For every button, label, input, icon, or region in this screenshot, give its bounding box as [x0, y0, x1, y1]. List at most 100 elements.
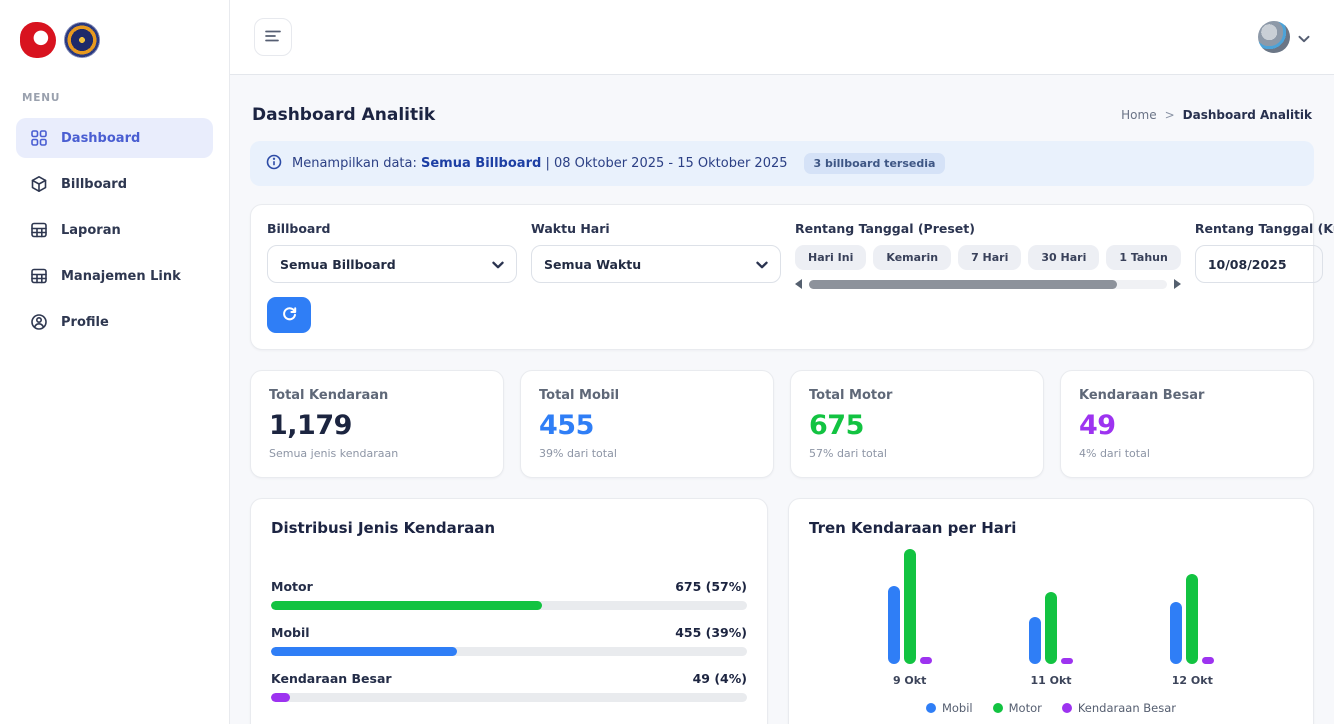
preset-chip-hari-ini[interactable]: Hari Ini — [795, 245, 866, 270]
scrollbar-track[interactable] — [809, 280, 1167, 289]
legend-item: Motor — [993, 701, 1042, 715]
trend-chart-title: Tren Kendaraan per Hari — [809, 519, 1293, 537]
preset-chip-kemarin[interactable]: Kemarin — [873, 245, 951, 270]
trend-bar-mobil — [1029, 617, 1041, 664]
legend-dot-icon — [1062, 703, 1072, 713]
hamburger-icon — [264, 29, 282, 46]
stat-value: 455 — [539, 410, 755, 441]
main-area: Dashboard Analitik Home > Dashboard Anal… — [230, 0, 1334, 724]
sidebar-item-laporan[interactable]: Laporan — [16, 210, 213, 250]
banner-prefix: Menampilkan data: — [292, 156, 417, 171]
start-date-input[interactable]: 10/08/2025 — [1195, 245, 1323, 283]
sidebar-item-billboard[interactable]: Billboard — [16, 164, 213, 204]
legend-dot-icon — [926, 703, 936, 713]
preset-scrollbar — [795, 279, 1181, 289]
charts-row: Distribusi Jenis Kendaraan Motor675 (57%… — [250, 498, 1314, 724]
user-menu[interactable] — [1258, 21, 1310, 53]
banner-date-range: 08 Oktober 2025 - 15 Oktober 2025 — [554, 156, 788, 171]
distribution-row: Mobil455 (39%) — [271, 625, 747, 656]
scrollbar-thumb[interactable] — [809, 280, 1117, 289]
info-banner: Menampilkan data: Semua Billboard | 08 O… — [250, 141, 1314, 186]
table-icon — [30, 221, 48, 239]
distribution-category-label: Kendaraan Besar — [271, 671, 392, 686]
trend-bar-mobil — [888, 586, 900, 664]
trend-legend: MobilMotorKendaraan Besar — [809, 701, 1293, 715]
distribution-row: Motor675 (57%) — [271, 579, 747, 610]
preset-chip-30-hari[interactable]: 30 Hari — [1028, 245, 1099, 270]
sidebar-item-label: Manajemen Link — [61, 269, 181, 284]
sidebar-item-manajemen-link[interactable]: Manajemen Link — [16, 256, 213, 296]
distribution-value-label: 49 (4%) — [693, 671, 747, 686]
breadcrumb: Home > Dashboard Analitik — [1121, 108, 1312, 122]
brand-logos — [16, 22, 213, 58]
filter-billboard: Billboard Semua Billboard — [267, 221, 517, 333]
waktu-select-value: Semua Waktu — [544, 257, 641, 272]
distribution-bar-track — [271, 601, 747, 610]
distribution-chart-title: Distribusi Jenis Kendaraan — [271, 519, 747, 537]
filter-waktu-label: Waktu Hari — [531, 221, 781, 236]
distribution-row: Kendaraan Besar 49 (4%) — [271, 671, 747, 702]
trend-x-axis-label: 11 Okt — [1030, 674, 1071, 687]
distribution-chart-card: Distribusi Jenis Kendaraan Motor675 (57%… — [250, 498, 768, 724]
preset-chips: Hari Ini Kemarin 7 Hari 30 Hari 1 Tahun — [795, 245, 1181, 270]
filter-billboard-label: Billboard — [267, 221, 517, 236]
billboard-count-badge: 3 billboard tersedia — [804, 153, 946, 174]
scroll-right-icon[interactable] — [1174, 279, 1181, 289]
distribution-category-label: Motor — [271, 579, 313, 594]
trend-bar-group: 11 Okt — [1029, 548, 1073, 687]
sidebar-item-dashboard[interactable]: Dashboard — [16, 118, 213, 158]
breadcrumb-separator: > — [1165, 108, 1175, 122]
trend-bar-kendaraan-besar — [920, 657, 932, 664]
breadcrumb-current: Dashboard Analitik — [1183, 108, 1312, 122]
distribution-bar-track — [271, 647, 747, 656]
filter-kustom-label: Rentang Tanggal (Kustom) — [1195, 221, 1334, 236]
stat-card-kendaraan-besar: Kendaraan Besar 49 4% dari total — [1060, 370, 1314, 478]
billboard-select-value: Semua Billboard — [280, 257, 396, 272]
legend-item: Kendaraan Besar — [1062, 701, 1176, 715]
waktu-select[interactable]: Semua Waktu — [531, 245, 781, 283]
preset-chip-7-hari[interactable]: 7 Hari — [958, 245, 1021, 270]
distribution-bar-fill — [271, 647, 457, 656]
stat-value: 1,179 — [269, 410, 485, 441]
refresh-icon — [281, 305, 298, 325]
page-title: Dashboard Analitik — [252, 105, 435, 125]
campus-emblem-icon — [64, 22, 100, 58]
distribution-bar-track — [271, 693, 747, 702]
scroll-left-icon[interactable] — [795, 279, 802, 289]
breadcrumb-home-link[interactable]: Home — [1121, 108, 1156, 122]
preset-chip-1-tahun[interactable]: 1 Tahun — [1106, 245, 1181, 270]
stat-subtitle: 39% dari total — [539, 447, 755, 460]
filter-kustom: Rentang Tanggal (Kustom) 10/08/2025 10/1… — [1195, 221, 1334, 333]
stat-subtitle: 4% dari total — [1079, 447, 1295, 460]
grid-icon — [30, 129, 48, 147]
app-root: MENU Dashboard Billboard Laporan — [0, 0, 1334, 724]
stat-label: Kendaraan Besar — [1079, 388, 1295, 403]
sidebar-toggle-button[interactable] — [254, 18, 292, 56]
sidebar-item-label: Billboard — [61, 177, 127, 192]
legend-dot-icon — [993, 703, 1003, 713]
stat-subtitle: 57% dari total — [809, 447, 1025, 460]
cube-icon — [30, 175, 48, 193]
sidebar: MENU Dashboard Billboard Laporan — [0, 0, 230, 724]
brand-logo-icon — [20, 22, 56, 58]
trend-x-axis-label: 12 Okt — [1172, 674, 1213, 687]
distribution-rows: Motor675 (57%) Mobil455 (39%) Kendaraan Be… — [271, 579, 747, 702]
table-icon — [30, 267, 48, 285]
user-avatar[interactable] — [1258, 21, 1290, 53]
banner-text: Menampilkan data: Semua Billboard | 08 O… — [292, 156, 788, 171]
sidebar-item-profile[interactable]: Profile — [16, 302, 213, 342]
trend-bar-group: 9 Okt — [888, 548, 932, 687]
billboard-select[interactable]: Semua Billboard — [267, 245, 517, 283]
trend-chart-card: Tren Kendaraan per Hari 9 Okt 11 Okt 12 Ok… — [788, 498, 1314, 724]
distribution-bar-fill — [271, 693, 290, 702]
stat-card-total-mobil: Total Mobil 455 39% dari total — [520, 370, 774, 478]
stat-card-total-kendaraan: Total Kendaraan 1,179 Semua jenis kendar… — [250, 370, 504, 478]
trend-x-axis-label: 9 Okt — [893, 674, 926, 687]
trend-plot: 9 Okt 11 Okt 12 Okt — [809, 559, 1293, 687]
stat-label: Total Motor — [809, 388, 1025, 403]
trend-bar-kendaraan-besar — [1061, 658, 1073, 664]
sidebar-item-label: Profile — [61, 315, 109, 330]
trend-bar-motor — [904, 549, 916, 664]
stats-row: Total Kendaraan 1,179 Semua jenis kendar… — [250, 370, 1314, 478]
refresh-button[interactable] — [267, 297, 311, 333]
